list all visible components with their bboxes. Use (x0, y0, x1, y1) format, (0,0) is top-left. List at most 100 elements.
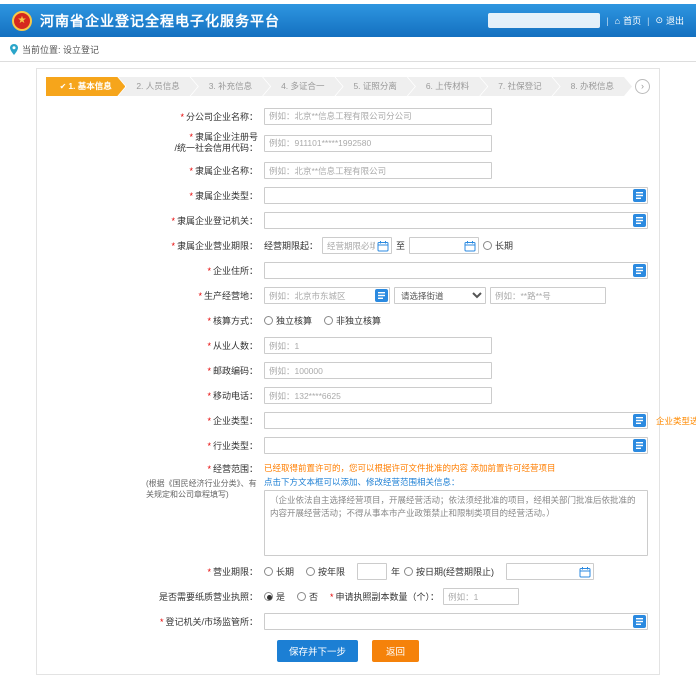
required-asterisk: * (207, 266, 211, 276)
term-longterm-radio[interactable]: 长期 (483, 239, 513, 252)
license-copies-input[interactable] (443, 588, 519, 605)
picker-icon[interactable] (633, 214, 646, 227)
required-asterisk: * (207, 567, 211, 577)
back-button[interactable]: 返回 (372, 640, 419, 662)
field-label: 隶属企业类型： (195, 191, 258, 201)
required-asterisk: * (189, 166, 193, 176)
step-tab-social-security[interactable]: 7. 社保登记 (480, 77, 559, 96)
field-label: 隶属企业营业期限： (177, 241, 258, 251)
step-tab-cert-separation[interactable]: 5. 证照分离 (336, 77, 415, 96)
step-tab-basic-info[interactable]: ✔1. 基本信息 (46, 77, 125, 96)
header-separator: | (647, 16, 649, 26)
company-type-select-link[interactable]: 企业类型选择 (656, 415, 696, 427)
required-asterisk: * (207, 341, 211, 351)
radio-label: 独立核算 (276, 314, 312, 327)
radio-icon (264, 567, 273, 576)
picker-icon[interactable] (633, 189, 646, 202)
calendar-icon[interactable] (579, 566, 591, 578)
user-info-redacted (488, 13, 600, 28)
postcode-input[interactable] (264, 362, 492, 379)
company-type-input[interactable] (264, 412, 648, 429)
calendar-icon[interactable] (464, 240, 476, 252)
radio-label: 按日期(经营期限止) (416, 565, 494, 578)
business-term-by-years-radio[interactable]: 按年限 (306, 565, 345, 578)
home-link-label: 首页 (623, 14, 641, 27)
calendar-icon[interactable] (377, 240, 389, 252)
step-tab-upload-materials[interactable]: 6. 上传材料 (408, 77, 487, 96)
step-tab-label: 8. 办税信息 (571, 81, 614, 91)
form-row-parent-code: *隶属企业注册号/统一社会信用代码： (46, 132, 650, 155)
business-scope-textarea[interactable]: （企业依法自主选择经营项目，开展经营活动；依法须经批准的项目，经相关部门批准后依… (264, 490, 648, 556)
radio-icon (264, 592, 273, 601)
required-asterisk: * (207, 464, 211, 474)
parent-authority-input[interactable] (264, 212, 648, 229)
address-input[interactable] (264, 262, 648, 279)
paper-license-no-radio[interactable]: 否 (297, 590, 318, 603)
national-emblem-icon: ★ (12, 11, 32, 31)
logout-link-label: 退出 (666, 14, 684, 27)
business-term-by-date-radio[interactable]: 按日期(经营期限止) (404, 565, 494, 578)
term-years-input[interactable] (357, 563, 387, 580)
picker-icon[interactable] (633, 439, 646, 452)
step-tab-label: 6. 上传材料 (426, 81, 469, 91)
field-label: 经营范围： (213, 464, 258, 474)
picker-icon[interactable] (633, 414, 646, 427)
logout-link[interactable]: ⊙ 退出 (655, 14, 684, 27)
form-row-parent-type: *隶属企业类型： (46, 187, 650, 205)
paper-license-yes-radio[interactable]: 是 (264, 590, 285, 603)
field-label: 是否需要纸质营业执照： (159, 592, 258, 602)
radio-icon (324, 316, 333, 325)
term-start-label: 经营期限起： (264, 239, 318, 252)
parent-type-input[interactable] (264, 187, 648, 204)
business-place-input[interactable] (264, 287, 390, 304)
required-asterisk: * (207, 366, 211, 376)
business-term-long-radio[interactable]: 长期 (264, 565, 294, 578)
radio-label: 按年限 (318, 565, 345, 578)
radio-icon (306, 567, 315, 576)
parent-name-input[interactable] (264, 162, 492, 179)
branch-name-input[interactable] (264, 108, 492, 125)
year-unit-label: 年 (391, 565, 400, 578)
step-tab-label: 4. 多证合一 (281, 81, 324, 91)
form-row-registry: *登记机关/市场监管所： (46, 613, 650, 631)
add-pre-license-link[interactable]: 添加前置许可经营项目 (471, 463, 556, 473)
step-tab-personnel-info[interactable]: 2. 人员信息 (118, 77, 197, 96)
radio-label: 否 (309, 590, 318, 603)
form-panel: ✔1. 基本信息 2. 人员信息 3. 补充信息 4. 多证合一 5. 证照分离… (36, 68, 660, 675)
required-asterisk: * (189, 132, 193, 142)
step-tab-supplement-info[interactable]: 3. 补充信息 (191, 77, 270, 96)
home-link[interactable]: ⌂ 首页 (615, 14, 641, 27)
breadcrumb-text: 当前位置: 设立登记 (22, 43, 99, 56)
accounting-non-independent-radio[interactable]: 非独立核算 (324, 314, 381, 327)
picker-icon[interactable] (375, 289, 388, 302)
industry-type-input[interactable] (264, 437, 648, 454)
radio-icon (297, 592, 306, 601)
breadcrumb: 当前位置: 设立登记 (0, 37, 696, 62)
street-select[interactable]: 请选择街道 (394, 287, 486, 304)
road-input[interactable] (490, 287, 606, 304)
scope-hint-2: 点击下方文本框可以添加、修改经营范围相关信息： (264, 476, 460, 488)
picker-icon[interactable] (633, 615, 646, 628)
field-label: 从业人数： (213, 341, 258, 351)
form-row-company-type: *企业类型： 企业类型选择 (46, 412, 650, 430)
registry-input[interactable] (264, 613, 648, 630)
steps-more-button[interactable]: › (635, 79, 650, 94)
employees-input[interactable] (264, 337, 492, 354)
required-asterisk: * (180, 112, 184, 122)
parent-code-input[interactable] (264, 135, 492, 152)
step-tab-multi-cert[interactable]: 4. 多证合一 (263, 77, 342, 96)
business-scope-note: (根据《国民经济行业分类》、有关规定和公司章程填写) (146, 478, 258, 500)
form-row-business-term: *营业期限： 长期 按年限 年 按日期(经营期限止) (46, 563, 650, 581)
save-next-button[interactable]: 保存并下一步 (277, 640, 358, 662)
step-tab-tax-info[interactable]: 8. 办税信息 (553, 77, 632, 96)
step-tab-label: 1. 基本信息 (68, 81, 111, 91)
field-label: 隶属企业登记机关： (177, 216, 258, 226)
field-label: 企业住所： (213, 266, 258, 276)
picker-icon[interactable] (633, 264, 646, 277)
required-asterisk: * (207, 316, 211, 326)
mobile-input[interactable] (264, 387, 492, 404)
required-asterisk: * (330, 592, 334, 602)
accounting-independent-radio[interactable]: 独立核算 (264, 314, 312, 327)
field-label: 行业类型： (213, 441, 258, 451)
field-label: 隶属企业名称： (195, 166, 258, 176)
